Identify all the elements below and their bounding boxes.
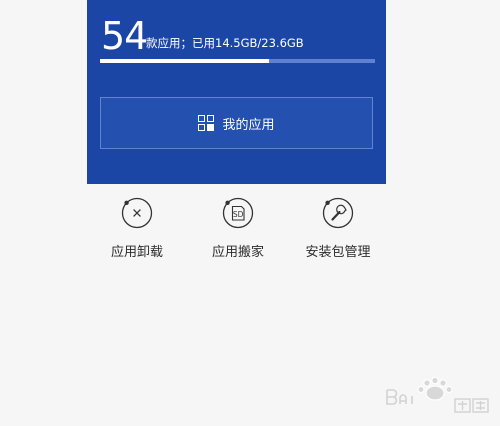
storage-progress-bar: [100, 59, 375, 63]
tool-uninstall[interactable]: 应用卸载: [92, 197, 182, 260]
storage-summary-text: 款应用；已用14.5GB/23.6GB: [146, 36, 304, 50]
grid-icon: [198, 115, 215, 131]
baidu-paw-icon: [386, 377, 489, 413]
sd-card-icon: SD: [222, 197, 254, 229]
tool-label: 应用卸载: [110, 245, 163, 260]
tool-label: 安装包管理: [305, 245, 371, 260]
wrench-icon: [322, 197, 354, 229]
storage-summary-card: 54 款应用；已用14.5GB/23.6GB 我的应用: [87, 0, 386, 184]
tool-label: 应用搬家: [211, 245, 264, 260]
my-apps-label: 我的应用: [222, 117, 275, 133]
tool-move-apps[interactable]: SD 应用搬家: [193, 197, 283, 260]
storage-progress-fill: [100, 59, 269, 63]
tool-package-manager[interactable]: 安装包管理: [293, 197, 383, 260]
uninstall-x-icon: [121, 197, 153, 229]
svg-text:SD: SD: [233, 210, 244, 219]
app-count: 54: [101, 14, 148, 58]
my-apps-button[interactable]: 我的应用: [100, 97, 373, 149]
